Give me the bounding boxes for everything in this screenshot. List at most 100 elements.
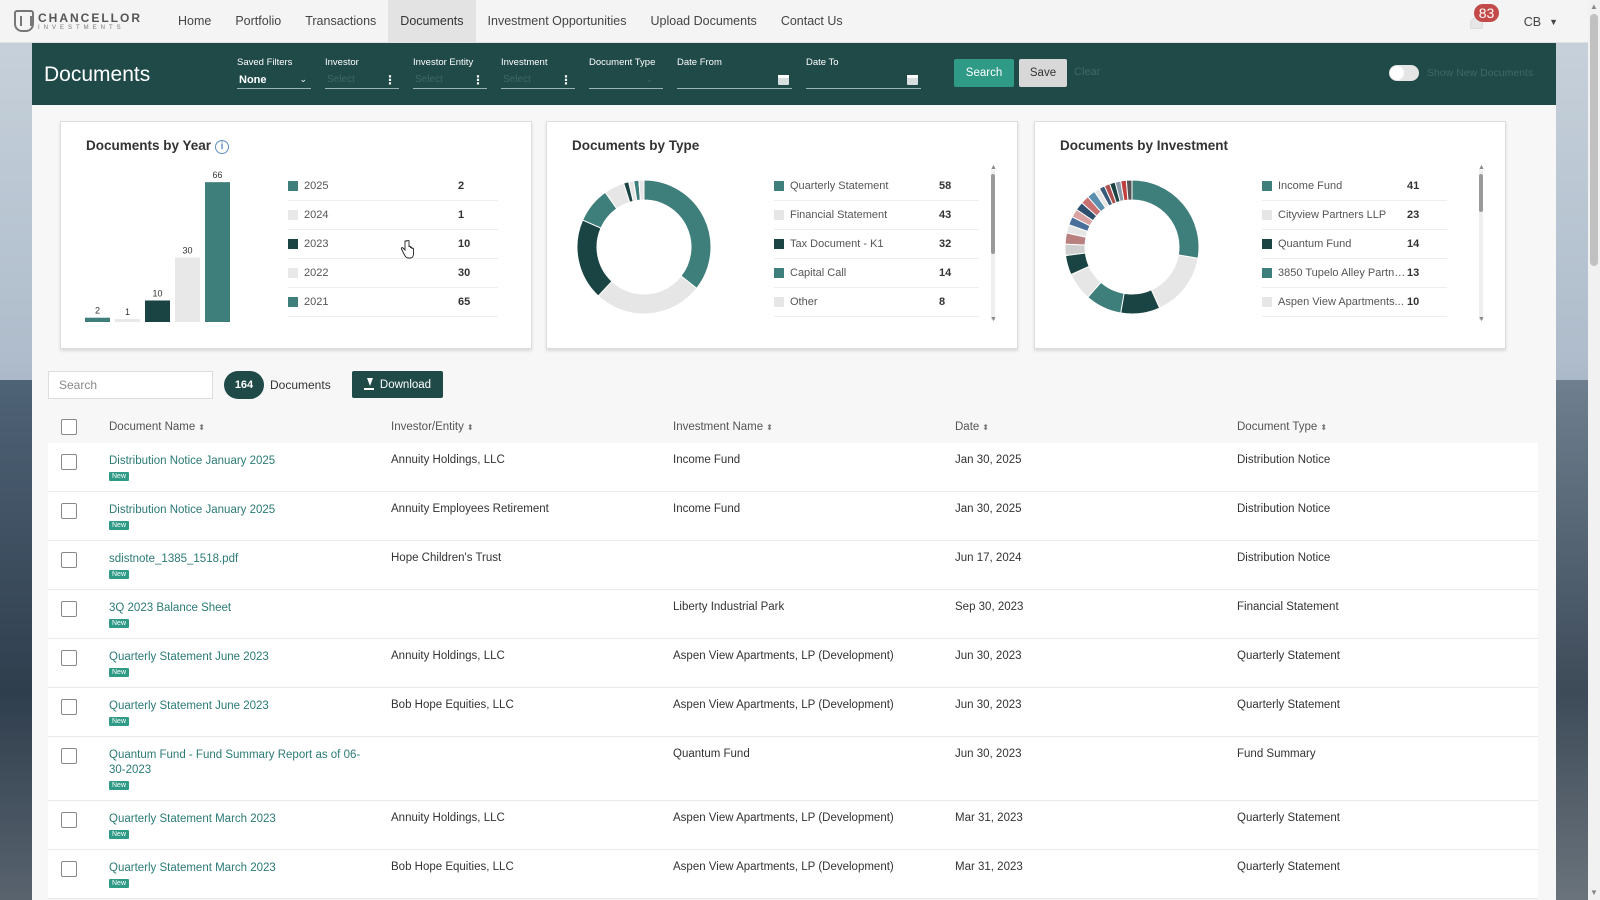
type-donut-slice[interactable] bbox=[643, 179, 712, 290]
scroll-up-arrow-icon[interactable]: ▲ bbox=[1478, 164, 1485, 171]
investment-legend-row[interactable]: 3850 Tupelo Alley Partne... 13 bbox=[1262, 259, 1447, 288]
row-checkbox[interactable] bbox=[61, 699, 77, 715]
type-legend-row[interactable]: Capital Call 14 bbox=[774, 259, 979, 288]
table-row[interactable]: sdistnote_1385_1518.pdf New Hope Children'… bbox=[48, 541, 1538, 590]
type-donut-slice[interactable] bbox=[597, 275, 698, 315]
filter-saved-filters[interactable]: Saved Filters None ⌄ bbox=[237, 57, 311, 89]
logo[interactable]: CHANCELLOR INVESTMENTS bbox=[14, 10, 154, 32]
year-legend-row[interactable]: 2022 30 bbox=[288, 259, 498, 288]
row-checkbox[interactable] bbox=[61, 650, 77, 666]
type-legend-scroll-thumb[interactable] bbox=[991, 174, 995, 254]
year-legend-row[interactable]: 2021 65 bbox=[288, 288, 498, 317]
header-document-type[interactable]: Document Type ⬍ bbox=[1237, 421, 1538, 433]
table-row[interactable]: Quarterly Statement March 2023 New Bob Hop… bbox=[48, 850, 1538, 899]
row-checkbox[interactable] bbox=[61, 601, 77, 617]
investment-legend-scroll-thumb[interactable] bbox=[1479, 174, 1483, 212]
header-investor-entity[interactable]: Investor/Entity ⬍ bbox=[391, 421, 673, 433]
header-investment-name[interactable]: Investment Name ⬍ bbox=[673, 421, 955, 433]
scroll-up-arrow-icon[interactable]: ▲ bbox=[990, 164, 997, 171]
filter-document-type[interactable]: Document Type ⌄ bbox=[589, 57, 663, 89]
row-checkbox[interactable] bbox=[61, 503, 77, 519]
kebab-menu-icon[interactable]: ⋮ bbox=[560, 73, 572, 87]
document-link[interactable]: sdistnote_1385_1518.pdf bbox=[109, 552, 369, 567]
sort-icon[interactable]: ⬍ bbox=[1320, 423, 1327, 432]
filter-date-from[interactable]: Date From bbox=[677, 57, 792, 89]
sort-icon[interactable]: ⬍ bbox=[198, 423, 205, 432]
row-checkbox[interactable] bbox=[61, 454, 77, 470]
nav-item-contact-us[interactable]: Contact Us bbox=[769, 0, 855, 43]
user-menu-caret-icon[interactable]: ▼ bbox=[1549, 17, 1558, 27]
investment-legend-row[interactable]: Research Tr...7 bbox=[1262, 317, 1447, 322]
year-legend-row[interactable]: 2023 10 bbox=[288, 230, 498, 259]
show-new-documents-toggle[interactable] bbox=[1389, 65, 1419, 81]
type-legend-row[interactable]: Distribution Notice9 bbox=[774, 317, 979, 322]
sort-icon[interactable]: ⬍ bbox=[982, 423, 989, 432]
document-link[interactable]: Quarterly Statement June 2023 bbox=[109, 650, 369, 665]
header-document-name[interactable]: Document Name ⬍ bbox=[109, 421, 391, 433]
nav-item-home[interactable]: Home bbox=[166, 0, 223, 43]
clear-button[interactable]: Clear bbox=[1074, 66, 1100, 78]
table-row[interactable]: Quantum Fund - Fund Summary Report as of… bbox=[48, 737, 1538, 801]
type-legend-row[interactable]: Quarterly Statement 58 bbox=[774, 172, 979, 201]
info-icon[interactable]: i bbox=[215, 140, 230, 154]
page-scrollbar[interactable]: ▲ ▼ bbox=[1588, 0, 1600, 900]
type-donut-slice[interactable] bbox=[576, 219, 613, 297]
nav-item-upload-documents[interactable]: Upload Documents bbox=[639, 0, 769, 43]
investment-legend-row[interactable]: Quantum Fund 14 bbox=[1262, 230, 1447, 259]
nav-item-documents[interactable]: Documents bbox=[388, 0, 476, 43]
investment-legend-scrollbar[interactable]: ▲ ▼ bbox=[1478, 164, 1485, 323]
type-legend-scrollbar[interactable]: ▲ ▼ bbox=[990, 164, 997, 323]
user-initials[interactable]: CB bbox=[1524, 15, 1541, 29]
scroll-down-arrow-icon[interactable]: ▼ bbox=[1590, 888, 1598, 897]
year-legend-row[interactable]: 2024 1 bbox=[288, 201, 498, 230]
kebab-menu-icon[interactable]: ⋮ bbox=[472, 73, 484, 87]
calendar-icon[interactable] bbox=[778, 74, 789, 85]
row-checkbox[interactable] bbox=[61, 552, 77, 568]
document-link[interactable]: Distribution Notice January 2025 bbox=[109, 454, 369, 469]
type-legend-row[interactable]: Financial Statement 43 bbox=[774, 201, 979, 230]
scroll-down-arrow-icon[interactable]: ▼ bbox=[990, 316, 997, 323]
document-link[interactable]: 3Q 2023 Balance Sheet bbox=[109, 601, 369, 616]
document-link[interactable]: Quantum Fund - Fund Summary Report as of… bbox=[109, 748, 369, 778]
table-row[interactable]: Quarterly Statement June 2023 New Annuity … bbox=[48, 639, 1538, 688]
kebab-menu-icon[interactable]: ⋮ bbox=[384, 73, 396, 87]
document-link[interactable]: Quarterly Statement March 2023 bbox=[109, 861, 369, 876]
filter-investor[interactable]: Investor Select ⋮ bbox=[325, 57, 399, 89]
header-date[interactable]: Date ⬍ bbox=[955, 421, 1237, 433]
table-search-input[interactable] bbox=[48, 371, 213, 399]
bar-2022[interactable] bbox=[175, 257, 200, 322]
calendar-icon[interactable] bbox=[907, 74, 918, 85]
bar-2024[interactable] bbox=[115, 319, 140, 322]
row-checkbox[interactable] bbox=[61, 812, 77, 828]
type-legend-row[interactable]: Tax Document - K1 32 bbox=[774, 230, 979, 259]
investment-legend-row[interactable]: Aspen View Apartments... 10 bbox=[1262, 288, 1447, 317]
nav-item-transactions[interactable]: Transactions bbox=[293, 0, 388, 43]
sort-icon[interactable]: ⬍ bbox=[766, 423, 773, 432]
table-row[interactable]: Distribution Notice January 2025 New Annui… bbox=[48, 443, 1538, 492]
type-legend-row[interactable]: Other 8 bbox=[774, 288, 979, 317]
bar-2021[interactable] bbox=[205, 182, 230, 322]
sort-icon[interactable]: ⬍ bbox=[467, 423, 474, 432]
table-row[interactable]: 3Q 2023 Balance Sheet New Liberty Industri… bbox=[48, 590, 1538, 639]
scroll-up-arrow-icon[interactable]: ▲ bbox=[1590, 2, 1598, 11]
filter-date-to[interactable]: Date To bbox=[806, 57, 921, 89]
document-link[interactable]: Distribution Notice January 2025 bbox=[109, 503, 369, 518]
document-link[interactable]: Quarterly Statement June 2023 bbox=[109, 699, 369, 714]
filter-investor-entity[interactable]: Investor Entity Select ⋮ bbox=[413, 57, 487, 89]
scroll-down-arrow-icon[interactable]: ▼ bbox=[1478, 316, 1485, 323]
filter-investment[interactable]: Investment Select ⋮ bbox=[501, 57, 575, 89]
year-legend-row[interactable]: 2025 2 bbox=[288, 172, 498, 201]
select-all-checkbox[interactable] bbox=[61, 419, 77, 435]
document-link[interactable]: Quarterly Statement March 2023 bbox=[109, 812, 369, 827]
page-scrollbar-thumb[interactable] bbox=[1590, 14, 1598, 266]
bar-2023[interactable] bbox=[145, 300, 170, 322]
nav-item-portfolio[interactable]: Portfolio bbox=[223, 0, 293, 43]
download-button[interactable]: Download bbox=[352, 371, 443, 398]
table-row[interactable]: Quarterly Statement June 2023 New Bob Hope… bbox=[48, 688, 1538, 737]
row-checkbox[interactable] bbox=[61, 861, 77, 877]
bar-2025[interactable] bbox=[85, 317, 110, 322]
save-button[interactable]: Save bbox=[1019, 59, 1067, 87]
investment-legend-row[interactable]: Cityview Partners LLP 23 bbox=[1262, 201, 1447, 230]
nav-item-investment-opportunities[interactable]: Investment Opportunities bbox=[476, 0, 639, 43]
row-checkbox[interactable] bbox=[61, 748, 77, 764]
